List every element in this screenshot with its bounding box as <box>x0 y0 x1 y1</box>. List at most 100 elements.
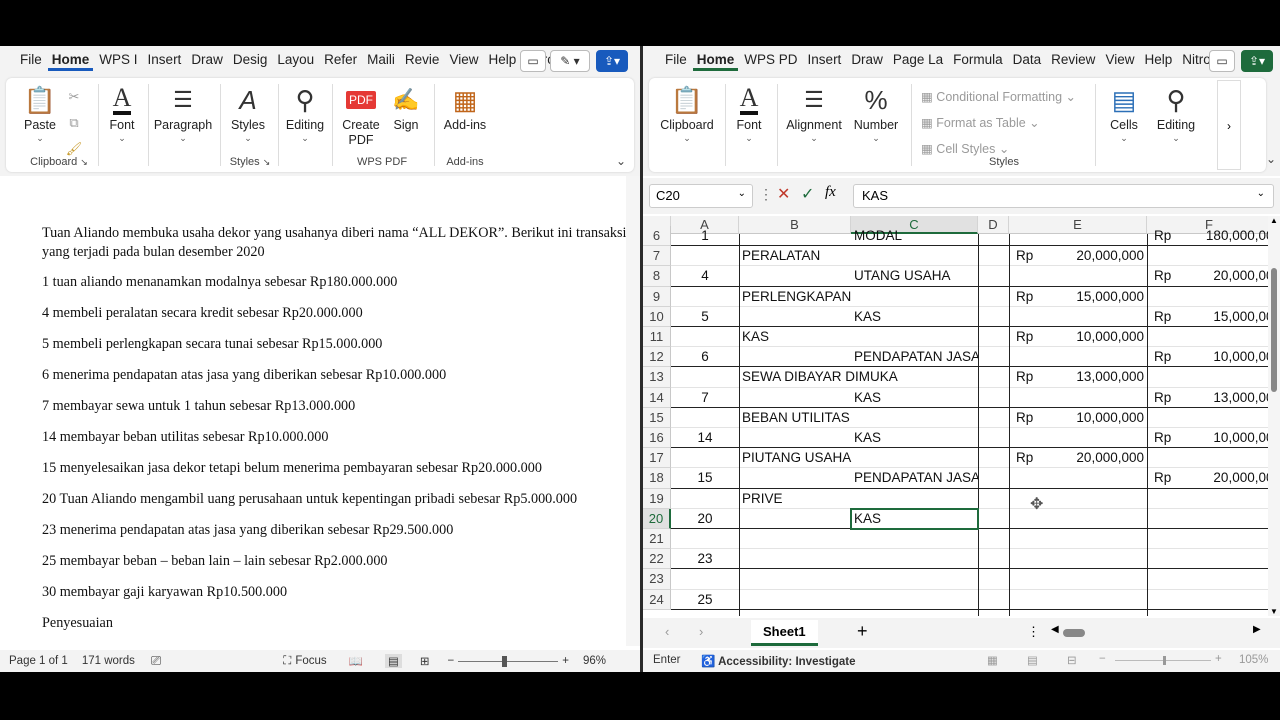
scroll-left-icon[interactable]: ◀ <box>1051 624 1059 635</box>
cell-f[interactable]: 13,000,000 <box>1175 388 1268 408</box>
row-header[interactable]: 22 <box>643 549 671 570</box>
column-header[interactable]: D <box>978 216 1009 234</box>
zoom-out-icon[interactable]: − <box>1099 653 1106 665</box>
dialog-launcher-icon[interactable]: ↘ <box>80 157 88 167</box>
tab-draw[interactable]: Draw <box>847 52 887 71</box>
chevron-down-icon[interactable]: ⌄ <box>1257 188 1265 199</box>
zoom-slider-thumb[interactable] <box>502 655 508 667</box>
cell-b[interactable]: BEBAN UTILITAS <box>739 408 978 428</box>
tab-help[interactable]: Help <box>1140 52 1176 71</box>
normal-view-icon[interactable]: ▦ <box>987 653 998 667</box>
cell-a[interactable]: 5 <box>671 307 739 327</box>
collapse-ribbon-icon[interactable]: ⌄ <box>616 154 626 168</box>
row-header[interactable]: 18 <box>643 468 671 489</box>
document-scrollbar[interactable] <box>626 176 640 646</box>
cell-b[interactable]: PERLENGKAPAN <box>739 287 978 307</box>
conditional-formatting-button[interactable]: ▦ Conditional Formatting ⌄ <box>921 84 1076 110</box>
cell-e[interactable]: 13,000,000 <box>1039 367 1147 387</box>
cancel-icon[interactable]: ✕ <box>777 184 790 204</box>
read-mode-icon[interactable]: 📖 <box>349 654 363 668</box>
tab-help[interactable]: Help <box>484 52 520 71</box>
cell-a[interactable]: 7 <box>671 388 739 408</box>
zoom-level[interactable]: 96% <box>583 655 606 667</box>
next-sheet-icon[interactable]: › <box>699 624 703 639</box>
word-count[interactable]: 171 words <box>82 655 135 667</box>
tab-data[interactable]: Data <box>1009 52 1046 71</box>
print-layout-icon[interactable]: ▤ <box>385 654 402 668</box>
styles-button[interactable]: A Styles ⌄ <box>228 82 268 144</box>
sheet-tab-sheet1[interactable]: Sheet1 <box>751 620 818 646</box>
more-icon[interactable]: ⋮ <box>1027 624 1040 640</box>
cell-e[interactable]: 10,000,000 <box>1039 327 1147 347</box>
scroll-up-icon[interactable]: ▲ <box>1268 216 1280 225</box>
row-header[interactable]: 7 <box>643 246 671 267</box>
paste-button[interactable]: 📋 Paste ⌄ <box>18 82 62 144</box>
cell-c[interactable]: MODAL <box>851 226 978 246</box>
zoom-slider-thumb[interactable] <box>1163 656 1166 665</box>
cut-icon[interactable]: ✂ <box>64 84 84 110</box>
row-header[interactable]: 10 <box>643 306 671 327</box>
insert-function-icon[interactable]: fx <box>825 184 836 201</box>
create-pdf-button[interactable]: PDF Create PDF <box>338 82 384 148</box>
horizontal-scrollbar[interactable] <box>1063 629 1253 637</box>
number-button[interactable]: % Number ⌄ <box>851 82 901 144</box>
row-header[interactable]: 17 <box>643 448 671 469</box>
worksheet-grid[interactable]: ABCDEF61MODALRp180,000,0007PERALATANRp20… <box>643 216 1268 616</box>
sign-button[interactable]: ✍ Sign <box>386 82 426 133</box>
format-as-table-button[interactable]: ▦ Format as Table ⌄ <box>921 110 1076 136</box>
tab-formula[interactable]: Formula <box>949 52 1007 71</box>
column-header[interactable]: B <box>739 216 851 234</box>
cell-a[interactable]: 6 <box>671 347 739 367</box>
more-icon[interactable]: ⋮ <box>759 186 773 203</box>
row-header[interactable]: 14 <box>643 387 671 408</box>
cell-b[interactable]: PERALATAN <box>739 246 978 266</box>
font-button[interactable]: A Font ⌄ <box>729 82 769 144</box>
cell-a[interactable]: 4 <box>671 266 739 286</box>
tab-refer[interactable]: Refer <box>320 52 361 71</box>
cell-c[interactable]: KAS <box>851 428 978 448</box>
tab-home[interactable]: Home <box>692 52 739 71</box>
tab-file[interactable]: File <box>16 52 46 71</box>
cell-f[interactable]: 20,000,000 <box>1175 266 1268 286</box>
share-icon[interactable]: ⇪▾ <box>596 50 628 72</box>
row-header[interactable]: 8 <box>643 266 671 287</box>
row-header[interactable]: 6 <box>643 226 671 247</box>
row-header[interactable]: 16 <box>643 428 671 449</box>
cell-b[interactable]: KAS <box>739 327 978 347</box>
tab-draw[interactable]: Draw <box>187 52 227 71</box>
comments-icon[interactable]: ▭ <box>1209 50 1235 72</box>
confirm-icon[interactable]: ✓ <box>801 184 814 204</box>
paragraph-button[interactable]: ☰ Paragraph ⌄ <box>152 82 214 143</box>
cells-button[interactable]: ▤ Cells ⌄ <box>1101 82 1147 144</box>
zoom-in-icon[interactable]: + <box>1215 653 1222 665</box>
alignment-button[interactable]: ☰ Alignment ⌄ <box>781 82 847 143</box>
cell-c[interactable]: PENDAPATAN JASA <box>851 468 978 488</box>
page-break-icon[interactable]: ⊟ <box>1067 653 1077 667</box>
row-header[interactable]: 15 <box>643 407 671 428</box>
scroll-down-icon[interactable]: ▼ <box>1268 607 1280 616</box>
web-layout-icon[interactable]: ⊞ <box>420 654 430 668</box>
focus-icon[interactable]: ⛶ <box>283 655 291 668</box>
add-sheet-icon[interactable]: + <box>857 621 868 642</box>
share-icon[interactable]: ⇪▾ <box>1241 50 1273 72</box>
focus-button[interactable]: Focus <box>295 655 326 667</box>
row-header[interactable]: 23 <box>643 569 671 590</box>
addins-button[interactable]: ▦ Add-ins <box>440 82 490 133</box>
cell-c[interactable]: KAS <box>851 388 978 408</box>
accessibility-status[interactable]: ♿ Accessibility: Investigate <box>701 654 856 668</box>
tab-insert[interactable]: Insert <box>804 52 846 71</box>
tab-page-la[interactable]: Page La <box>889 52 947 71</box>
zoom-slider[interactable] <box>458 655 559 667</box>
dialog-launcher-icon[interactable]: ↘ <box>263 157 271 167</box>
cell-a[interactable]: 1 <box>671 226 739 246</box>
cell-f[interactable]: 180,000,000 <box>1175 226 1268 246</box>
cell-b[interactable]: PIUTANG USAHA <box>739 448 978 468</box>
tab-desig[interactable]: Desig <box>229 52 272 71</box>
cell-b[interactable]: PRIVE <box>739 489 978 509</box>
cell-c[interactable]: PENDAPATAN JASA <box>851 347 978 367</box>
cell-a[interactable]: 23 <box>671 549 739 569</box>
chevron-down-icon[interactable]: ⌄ <box>738 188 746 199</box>
editing-button[interactable]: ⚲ Editing ⌄ <box>284 82 326 144</box>
row-header[interactable]: 24 <box>643 589 671 610</box>
row-header[interactable]: 19 <box>643 488 671 509</box>
